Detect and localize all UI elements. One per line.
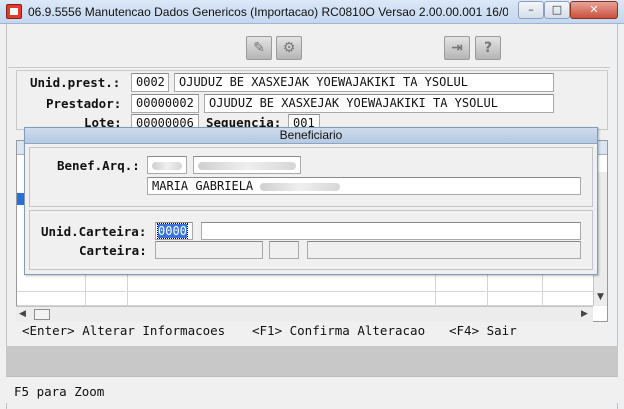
table-row[interactable] <box>17 292 607 306</box>
prestador-code-field[interactable]: 00000002 <box>131 94 199 113</box>
carteira-field[interactable] <box>155 241 263 259</box>
scroll-left-icon[interactable]: ◀ <box>19 309 26 319</box>
shortcut-f1: <F1> Confirma Alteracao <box>252 323 426 338</box>
lote-field[interactable]: 00000006 <box>131 114 199 128</box>
close-button[interactable]: ✕ <box>570 1 618 19</box>
beneficiario-dialog: Beneficiario Benef.Arq.: MARIA GABRIELA … <box>24 127 598 275</box>
shortcut-enter: <Enter> Alterar Informacoes <box>22 323 226 338</box>
minimize-button[interactable]: – <box>518 1 544 19</box>
title-bar: 06.9.5556 Manutencao Dados Genericos (Im… <box>0 0 624 24</box>
scroll-down-icon[interactable]: ▼ <box>597 292 604 302</box>
unid-prest-code-field[interactable]: 0002 <box>131 73 169 92</box>
benef-name-field[interactable]: MARIA GABRIELA <box>147 177 581 195</box>
benef-unit-field[interactable] <box>147 156 187 174</box>
exit-icon[interactable]: ⇥ <box>444 36 470 60</box>
unid-prest-label: Unid.prest.: <box>30 75 121 90</box>
message-area <box>6 346 618 376</box>
dialog-title: Beneficiario <box>25 128 597 144</box>
table-row[interactable] <box>17 278 607 292</box>
unid-carteira-label: Unid.Carteira: <box>41 224 147 239</box>
window-title: 06.9.5556 Manutencao Dados Genericos (Im… <box>28 5 508 19</box>
carteira-group <box>29 210 593 270</box>
status-bar: F5 para Zoom <box>6 376 618 403</box>
benef-name-text: MARIA GABRIELA <box>152 179 254 193</box>
help-icon[interactable]: ? <box>475 36 501 60</box>
horizontal-scrollbar[interactable]: ◀ ▶ <box>16 306 593 322</box>
unid-carteira-name-field[interactable] <box>201 222 581 240</box>
maximize-button[interactable]: □ <box>544 1 570 19</box>
benef-arq-label: Benef.Arq.: <box>57 158 140 173</box>
benef-card-field[interactable] <box>193 156 301 174</box>
prestador-name-field[interactable]: OJUDUZ BE XASXEJAK YOEWAJAKIKI TA YSOLUL <box>204 94 554 113</box>
settings-icon[interactable]: ⚙ <box>276 36 302 60</box>
carteira-digit-field[interactable] <box>269 241 299 259</box>
scroll-thumb[interactable] <box>34 309 50 320</box>
scroll-right-icon[interactable]: ▶ <box>581 309 588 319</box>
status-text: F5 para Zoom <box>14 384 105 399</box>
app-icon <box>6 4 22 19</box>
edit-icon[interactable]: ✎ <box>246 36 272 60</box>
prestador-label: Prestador: <box>46 96 122 111</box>
shortcut-f4: <F4> Sair <box>449 323 517 338</box>
carteira-label: Carteira: <box>79 243 147 258</box>
unid-prest-name-field[interactable]: OJUDUZ BE XASXEJAK YOEWAJAKIKI TA YSOLUL <box>174 73 554 92</box>
toolbar-divider <box>8 67 610 68</box>
carteira-extra-field[interactable] <box>307 241 581 259</box>
unid-carteira-field[interactable]: 0000 <box>155 222 193 240</box>
sequencia-field[interactable]: 001 <box>288 114 320 128</box>
unid-carteira-value: 0000 <box>157 223 188 239</box>
